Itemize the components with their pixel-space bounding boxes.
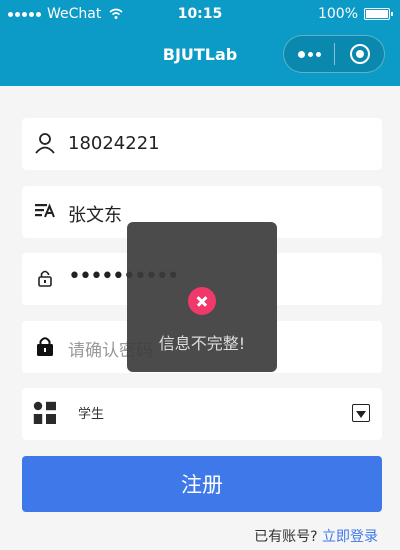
login-prompt: 已有账号? 立即登录 <box>254 526 378 546</box>
status-bar: WeChat 10:15 100% <box>0 0 400 30</box>
role-value: 学生 <box>78 407 105 422</box>
have-account-text: 已有账号? <box>254 529 318 545</box>
battery-percent: 100% <box>317 6 358 22</box>
lock-open-icon <box>38 270 52 287</box>
toast-message: 信息不完整! <box>158 334 246 353</box>
user-icon <box>35 133 55 154</box>
phone-field[interactable]: 18024221 <box>22 118 382 170</box>
mini-program-capsule <box>283 35 385 73</box>
close-mini-program-button[interactable] <box>335 44 384 64</box>
nav-bar: BJUTLab <box>0 30 400 86</box>
login-link[interactable]: 立即登录 <box>322 529 378 545</box>
error-toast: 信息不完整! <box>127 222 277 372</box>
target-icon <box>349 44 370 64</box>
phone-value: 18024221 <box>68 133 160 154</box>
battery-icon <box>364 8 393 20</box>
name-value: 张文东 <box>68 205 122 226</box>
grid-icon <box>33 401 56 424</box>
close-circle-icon <box>188 287 216 315</box>
more-icon[interactable] <box>284 50 334 58</box>
dropdown-icon[interactable] <box>352 404 370 422</box>
name-icon <box>35 203 55 218</box>
register-button[interactable]: 注册 <box>22 456 382 512</box>
status-right: 100% <box>317 6 393 22</box>
lock-icon <box>37 337 53 356</box>
role-select[interactable]: 学生 <box>22 388 382 440</box>
